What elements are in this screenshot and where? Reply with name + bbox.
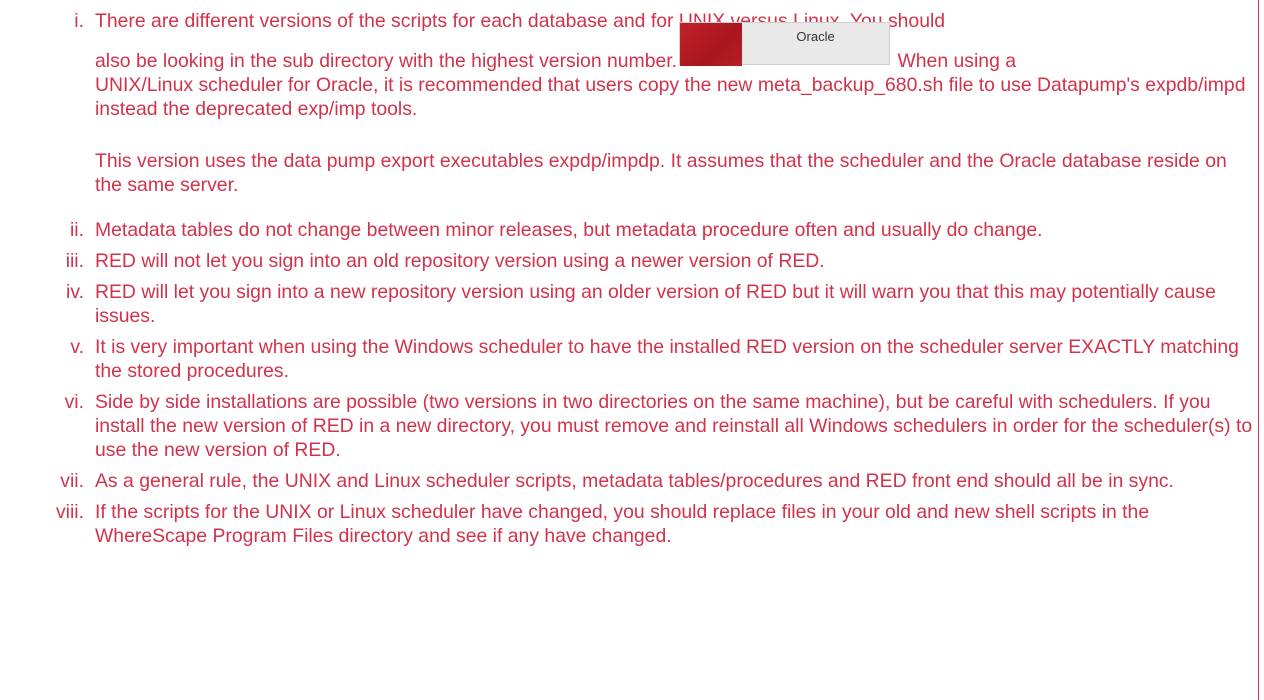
list-item-viii: viii. If the scripts for the UNIX or Lin… — [0, 500, 1255, 548]
list-items-group: ii. Metadata tables do not change betwee… — [0, 218, 1252, 555]
list-item-iii: iii. RED will not let you sign into an o… — [0, 249, 1255, 273]
right-border-line — [1258, 0, 1259, 700]
list-number: iv. — [66, 281, 84, 303]
list-number: vi. — [64, 391, 84, 413]
list-item-vi: vi. Side by side installations are possi… — [0, 390, 1255, 462]
item-paragraph: This version uses the data pump export e… — [95, 150, 1227, 196]
item-text: Side by side installations are possible … — [95, 391, 1253, 461]
item-text: When using a — [892, 50, 1017, 72]
list-item-v: v. It is very important when using the W… — [0, 335, 1255, 383]
item-text-line: also be looking in the sub directory wit… — [95, 22, 1017, 73]
item-text: Metadata tables do not change between mi… — [95, 219, 1043, 241]
list-number: v. — [70, 336, 84, 358]
item-text: It is very important when using the Wind… — [95, 336, 1239, 382]
list-item-vii: vii. As a general rule, the UNIX and Lin… — [0, 469, 1255, 493]
item-text-block: UNIX/Linux scheduler for Oracle, it is r… — [95, 74, 1246, 120]
list-number: vii. — [60, 470, 84, 492]
list-number: viii. — [55, 501, 84, 523]
item-text: RED will not let you sign into an old re… — [95, 250, 825, 272]
item-text: As a general rule, the UNIX and Linux sc… — [95, 470, 1174, 492]
item-text: also be looking in the sub directory wit… — [95, 50, 678, 72]
oracle-color-swatch — [680, 23, 743, 66]
list-number: i. — [74, 10, 84, 32]
list-number: iii. — [65, 250, 84, 272]
list-number: ii. — [69, 219, 84, 241]
oracle-button[interactable]: Oracle — [679, 22, 891, 66]
item-text: If the scripts for the UNIX or Linux sch… — [95, 501, 1150, 547]
oracle-button-label: Oracle — [796, 29, 835, 44]
item-text: RED will let you sign into a new reposit… — [95, 281, 1216, 327]
list-item-ii: ii. Metadata tables do not change betwee… — [0, 218, 1255, 242]
list-item-iv: iv. RED will let you sign into a new rep… — [0, 280, 1255, 328]
